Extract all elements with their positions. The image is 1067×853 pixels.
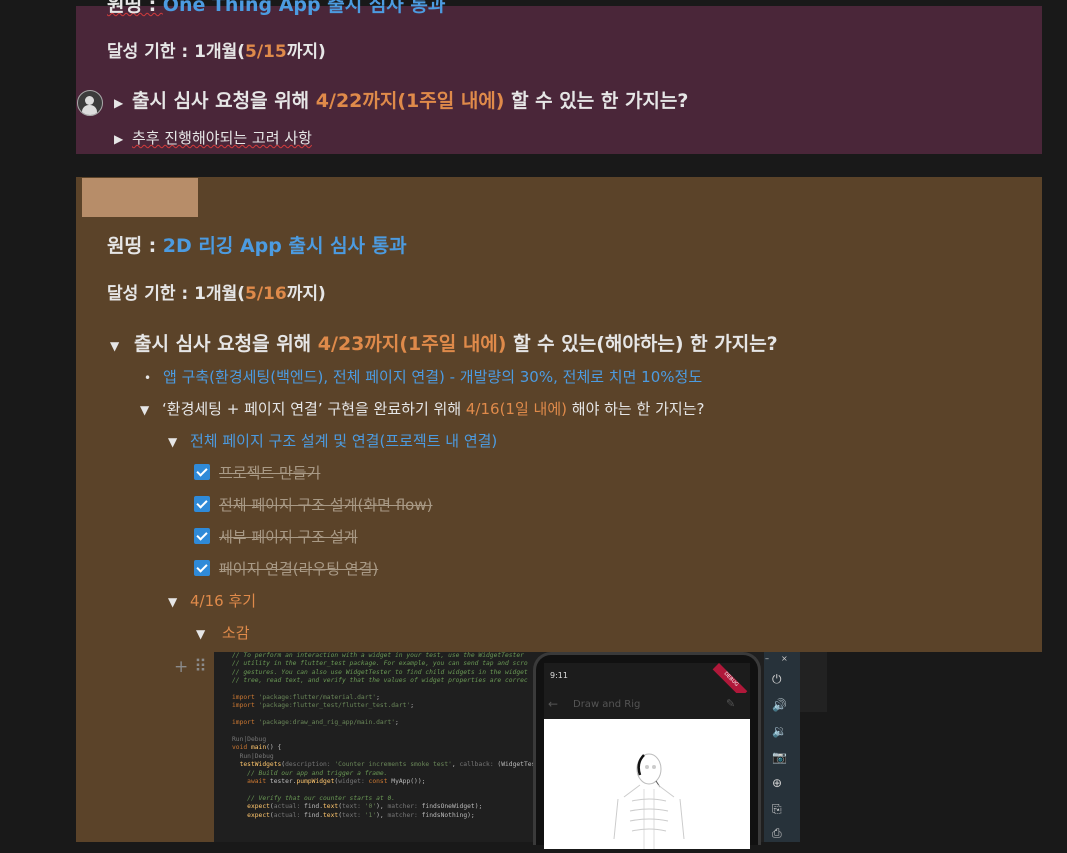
code-editor-image: // To perform an interaction with a widg… [232, 652, 536, 819]
emulator-toolbar [764, 652, 800, 842]
todo-text: 프로젝트 만들기 [219, 464, 321, 482]
toggle-down-icon[interactable]: ▼ [168, 435, 190, 449]
bullet-item: • 앱 구축(환경세팅(백엔드), 전체 페이지 연결) - 개발량의 30%, … [144, 368, 702, 386]
emulator-window-controls: – × [765, 654, 788, 663]
goal-value: 2D 리깅 App 출시 심사 통과 [162, 235, 407, 257]
deadline-value: 5/15 [245, 42, 287, 62]
subquestion-prefix: ‘환경세팅 + 페이지 연결’ 구현을 완료하기 위해 [162, 400, 466, 418]
goal-line: 원띵 : 2D 리깅 App 출시 심사 통과 [107, 235, 407, 258]
deadline-label: 달성 기한 : 1개월( [107, 284, 245, 304]
toggle-right-icon[interactable]: ▶ [114, 96, 132, 110]
skeleton-drawing [613, 753, 685, 849]
zoom-icon[interactable]: ⊕ [772, 776, 782, 790]
toggle-question-highlight: 4/22까지(1주일 내에) [315, 90, 505, 112]
toggle-down-icon[interactable]: ▼ [168, 595, 190, 609]
toggle-down-icon[interactable]: ▼ [140, 403, 162, 417]
deadline-value: 5/16 [245, 284, 287, 304]
question-prefix: 출시 심사 요청을 위해 [134, 333, 318, 355]
toggle-subquestion-expanded[interactable]: ▼ ‘환경세팅 + 페이지 연결’ 구현을 완료하기 위해 4/16(1일 내에)… [140, 400, 704, 418]
deadline-line: 달성 기한 : 1개월(5/15까지) [107, 42, 326, 62]
power-icon[interactable]: ⏻ [772, 672, 782, 687]
todo-item[interactable]: 전체 페이지 구조 설계(화면 flow) [194, 496, 432, 514]
rotate-icon[interactable]: ⎘ [772, 802, 782, 817]
checkbox-checked-icon[interactable] [194, 528, 210, 544]
checkbox-checked-icon[interactable] [194, 496, 210, 512]
toggle-down-icon[interactable]: ▼ [196, 627, 222, 641]
close-icon[interactable]: × [781, 654, 788, 663]
question-highlight: 4/23까지(1주일 내에) [317, 333, 507, 355]
bullet-dot-icon: • [144, 371, 152, 385]
deadline-suffix: 까지) [286, 284, 326, 304]
goal-value: One Thing App 출시 심사 통과 [162, 0, 446, 16]
bullet-text: 앱 구축(환경세팅(백엔드), 전체 페이지 연결) - 개발량의 30%, 전… [163, 368, 703, 386]
toggle-question-collapsed[interactable]: ▶ 출시 심사 요청을 위해 4/22까지(1주일 내에) 할 수 있는 한 가지… [114, 90, 688, 113]
color-swatch [82, 178, 198, 217]
impression-title: 소감 [222, 624, 250, 642]
goal-label: 원띵 : [107, 0, 163, 16]
subquestion-highlight: 4/16(1일 내에) [465, 400, 567, 418]
toggle-review-expanded[interactable]: ▼ 4/16 후기 [168, 592, 256, 610]
todo-item[interactable]: 프로젝트 만들기 [194, 464, 320, 482]
emulator-side-panel [800, 652, 827, 712]
goal-line: 원띵 : One Thing App 출시 심사 통과 [107, 0, 445, 17]
goal-label: 원띵 : [107, 235, 163, 257]
rotate-right-icon[interactable]: ⎙ [772, 826, 782, 841]
todo-item[interactable]: 세부 페이지 구조 설계 [194, 528, 358, 546]
toggle-right-icon[interactable]: ▶ [114, 132, 132, 146]
edit-pencil-icon: ✎ [726, 697, 736, 710]
deadline-label: 달성 기한 : 1개월( [107, 42, 245, 62]
checkbox-checked-icon[interactable] [194, 464, 210, 480]
minimize-icon[interactable]: – [765, 654, 769, 663]
toggle-question-expanded[interactable]: ▼ 출시 심사 요청을 위해 4/23까지(1주일 내에) 할 수 있는(해야하는… [110, 333, 778, 356]
camera-icon[interactable]: 📷 [772, 750, 787, 764]
toggle-note-collapsed[interactable]: ▶ 추후 진행해야되는 고려 사항 [114, 129, 312, 147]
phone-emulator: 9:11 DEBUG ← Draw and Rig ✎ [533, 652, 761, 849]
user-avatar[interactable] [77, 90, 103, 116]
toggle-note-text: 추후 진행해야되는 고려 사항 [132, 129, 312, 147]
todo-text: 세부 페이지 구조 설계 [219, 528, 358, 546]
todo-text: 전체 페이지 구조 설계(화면 flow) [219, 496, 433, 514]
drag-handle-icon[interactable]: ⠿ [194, 657, 206, 677]
toggle-down-icon[interactable]: ▼ [110, 339, 134, 353]
review-title: 4/16 후기 [190, 592, 257, 610]
volume-up-icon[interactable]: 🔊 [772, 698, 787, 712]
add-block-icon[interactable]: + [174, 657, 188, 677]
back-arrow-icon: ← [548, 697, 559, 711]
task-group-title: 전체 페이지 구조 설계 및 연결(프로젝트 내 연결) [190, 432, 498, 450]
deadline-suffix: 까지) [286, 42, 326, 62]
drawing-canvas [544, 719, 750, 849]
phone-time: 9:11 [550, 671, 568, 680]
app-title: Draw and Rig [573, 699, 641, 710]
toggle-question-prefix: 출시 심사 요청을 위해 [132, 90, 316, 112]
subquestion-suffix: 해야 하는 한 가지는? [567, 400, 705, 418]
volume-down-icon[interactable]: 🔉 [772, 724, 787, 738]
block-tools: + ⠿ [174, 657, 207, 677]
todo-item[interactable]: 페이지 연결(라우팅 연결) [194, 560, 378, 578]
goal-block-2d-rigging-lower [76, 652, 214, 842]
question-suffix: 할 수 있는(해야하는) 한 가지는? [506, 333, 778, 355]
toggle-task-group-expanded[interactable]: ▼ 전체 페이지 구조 설계 및 연결(프로젝트 내 연결) [168, 432, 497, 450]
toggle-question-suffix: 할 수 있는 한 가지는? [504, 90, 689, 112]
checkbox-checked-icon[interactable] [194, 560, 210, 576]
todo-text: 페이지 연결(라우팅 연결) [219, 560, 379, 578]
deadline-line: 달성 기한 : 1개월(5/16까지) [107, 284, 326, 304]
toggle-impression-expanded[interactable]: ▼ 소감 [196, 624, 250, 642]
